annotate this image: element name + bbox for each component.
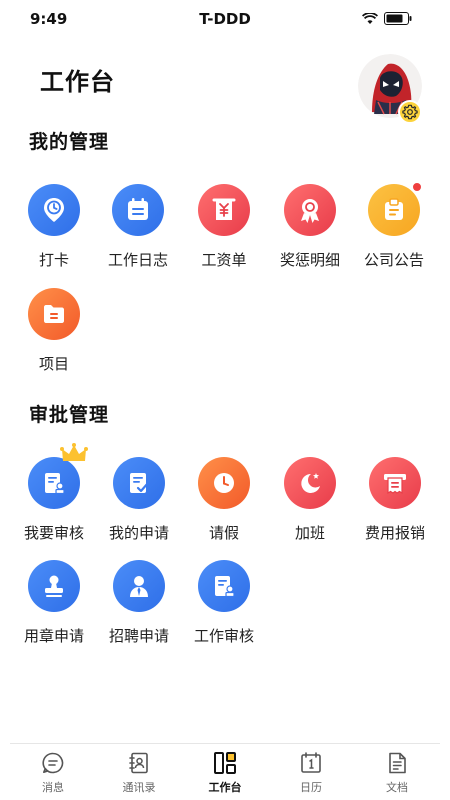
grid-item-rewards[interactable]: 奖惩明细 — [267, 184, 353, 270]
tab-label: 工作台 — [208, 781, 242, 794]
status-icons — [362, 12, 412, 25]
tab-label: 消息 — [42, 781, 64, 794]
folder-icon — [28, 288, 80, 340]
grid-item-leave[interactable]: 请假 — [181, 457, 267, 543]
grid-item-my-application[interactable]: 我的申请 — [96, 457, 182, 543]
section-title-approval: 审批管理 — [29, 404, 110, 426]
tab-calendar[interactable]: 日历 — [268, 744, 354, 800]
moon-star-icon — [284, 457, 336, 509]
grid-label: 打卡 — [38, 251, 69, 269]
tab-label: 文档 — [386, 781, 408, 794]
grid-item-project[interactable]: 项目 — [11, 288, 97, 374]
grid-item-announcement[interactable]: 公司公告 — [351, 181, 437, 270]
grid-label: 我要审核 — [23, 524, 84, 542]
receipt-icon — [369, 457, 421, 509]
grid-item-overtime[interactable]: 加班 — [267, 457, 353, 543]
grid-label: 用章申请 — [23, 627, 84, 645]
grid-item-seal-application[interactable]: 用章申请 — [11, 560, 97, 646]
avatar[interactable] — [358, 54, 422, 124]
tab-documents[interactable]: 文档 — [354, 744, 440, 800]
grid-label: 工作审核 — [193, 627, 254, 645]
grid-item-my-review[interactable]: 我要审核 — [11, 443, 97, 543]
grid-item-work-review[interactable]: 工作审核 — [181, 560, 267, 646]
page-title: 工作台 — [40, 68, 115, 96]
contacts-icon — [129, 752, 148, 774]
grid-item-work-log[interactable]: 工作日志 — [95, 184, 181, 270]
review-document-icon — [28, 443, 88, 509]
tab-contacts[interactable]: 通讯录 — [96, 744, 182, 800]
grid-label: 加班 — [294, 524, 325, 542]
notification-dot — [411, 181, 423, 193]
salary-scroll-icon — [198, 184, 250, 236]
tab-label: 日历 — [300, 781, 322, 794]
calendar-log-icon — [112, 184, 164, 236]
grid-label: 我的申请 — [108, 524, 169, 542]
message-icon — [42, 752, 64, 774]
grid-label: 奖惩明细 — [279, 251, 340, 269]
grid-label: 费用报销 — [364, 524, 425, 542]
grid-item-payslip[interactable]: 工资单 — [181, 184, 267, 270]
grid-label: 公司公告 — [363, 251, 424, 269]
tab-label: 通讯录 — [122, 781, 156, 794]
tab-messages[interactable]: 消息 — [10, 744, 96, 800]
grid-label: 请假 — [208, 524, 239, 542]
battery-icon — [384, 12, 412, 25]
grid-label: 工资单 — [201, 251, 247, 269]
recruit-person-icon — [113, 560, 165, 612]
calendar-icon — [301, 752, 321, 773]
award-ribbon-icon — [284, 184, 336, 236]
bottom-tab-bar: 消息 通讯录 工作台 日历 文档 — [10, 743, 440, 800]
settings-gear-icon[interactable] — [398, 100, 422, 124]
location-clock-icon — [28, 184, 80, 236]
grid-label: 项目 — [38, 355, 69, 373]
document-icon — [389, 752, 406, 774]
grid-item-reimbursement[interactable]: 费用报销 — [352, 457, 438, 543]
stamp-icon — [28, 560, 80, 612]
work-review-icon — [198, 560, 250, 612]
crown-icon — [60, 443, 88, 469]
tab-workbench[interactable]: 工作台 — [182, 744, 268, 800]
clock-icon — [198, 457, 250, 509]
application-check-icon — [113, 457, 165, 509]
grid-label: 工作日志 — [107, 251, 168, 269]
grid-label: 招聘申请 — [108, 627, 169, 645]
workbench-icon — [214, 752, 236, 774]
clipboard-notice-icon — [368, 181, 423, 236]
grid-item-recruitment[interactable]: 招聘申请 — [96, 560, 182, 646]
grid-item-clock-in[interactable]: 打卡 — [11, 184, 97, 270]
section-title-management: 我的管理 — [29, 131, 110, 153]
wifi-icon — [362, 12, 378, 24]
status-bar: 9:49 T-DDD — [0, 0, 450, 40]
